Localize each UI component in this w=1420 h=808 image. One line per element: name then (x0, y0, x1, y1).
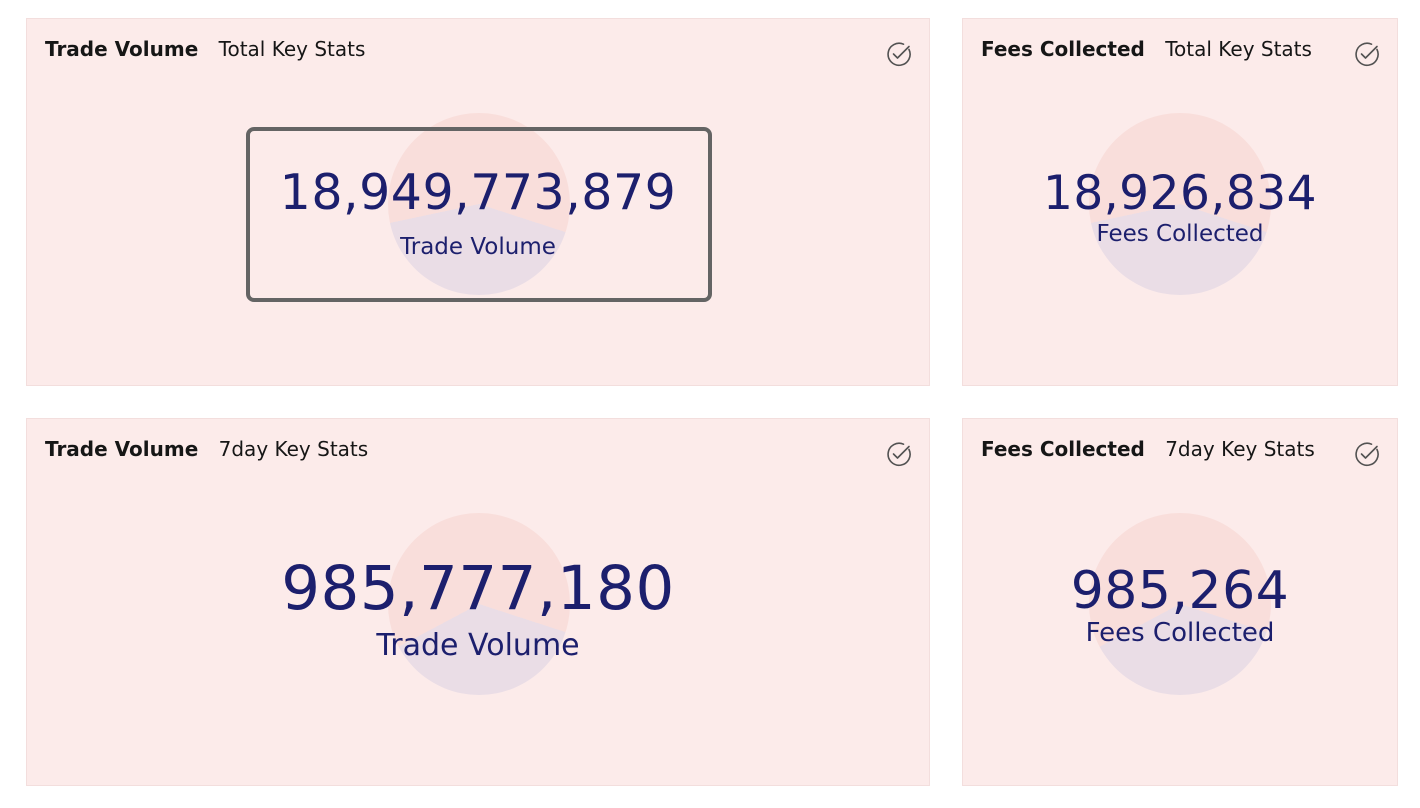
card-subtitle: 7day Key Stats (218, 437, 369, 461)
kpi-value: 18,926,834 (1042, 166, 1318, 221)
card-title: Fees Collected (981, 37, 1145, 61)
trade-volume-total-card: Trade Volume Total Key Stats 18,949,773,… (26, 18, 930, 386)
card-subtitle: Total Key Stats (218, 37, 366, 61)
trade-volume-7day-card: Trade Volume 7day Key Stats 985,777,180 … (26, 418, 930, 786)
check-circle-icon[interactable] (1354, 41, 1380, 67)
card-header: Fees Collected Total Key Stats (981, 36, 1312, 62)
card-header: Trade Volume Total Key Stats (45, 36, 365, 62)
check-circle-icon[interactable] (886, 441, 912, 467)
kpi-value: 985,264 (1070, 561, 1290, 621)
check-circle-icon[interactable] (886, 41, 912, 67)
card-header: Trade Volume 7day Key Stats (45, 436, 368, 462)
kpi-label: Trade Volume (376, 628, 580, 663)
kpi-value: 18,949,773,879 (279, 164, 677, 221)
card-title: Trade Volume (45, 37, 199, 61)
kpi-label: Fees Collected (1096, 221, 1264, 247)
card-header: Fees Collected 7day Key Stats (981, 436, 1315, 462)
kpi-label: Fees Collected (1085, 618, 1275, 648)
card-title: Fees Collected (981, 437, 1145, 461)
fees-collected-7day-card: Fees Collected 7day Key Stats 985,264 Fe… (962, 418, 1398, 786)
fees-collected-total-card: Fees Collected Total Key Stats 18,926,83… (962, 18, 1398, 386)
card-title: Trade Volume (45, 437, 199, 461)
card-subtitle: 7day Key Stats (1165, 437, 1315, 461)
card-subtitle: Total Key Stats (1165, 37, 1312, 61)
check-circle-icon[interactable] (1354, 441, 1380, 467)
kpi-label: Trade Volume (400, 234, 556, 260)
kpi-value: 985,777,180 (281, 553, 675, 624)
